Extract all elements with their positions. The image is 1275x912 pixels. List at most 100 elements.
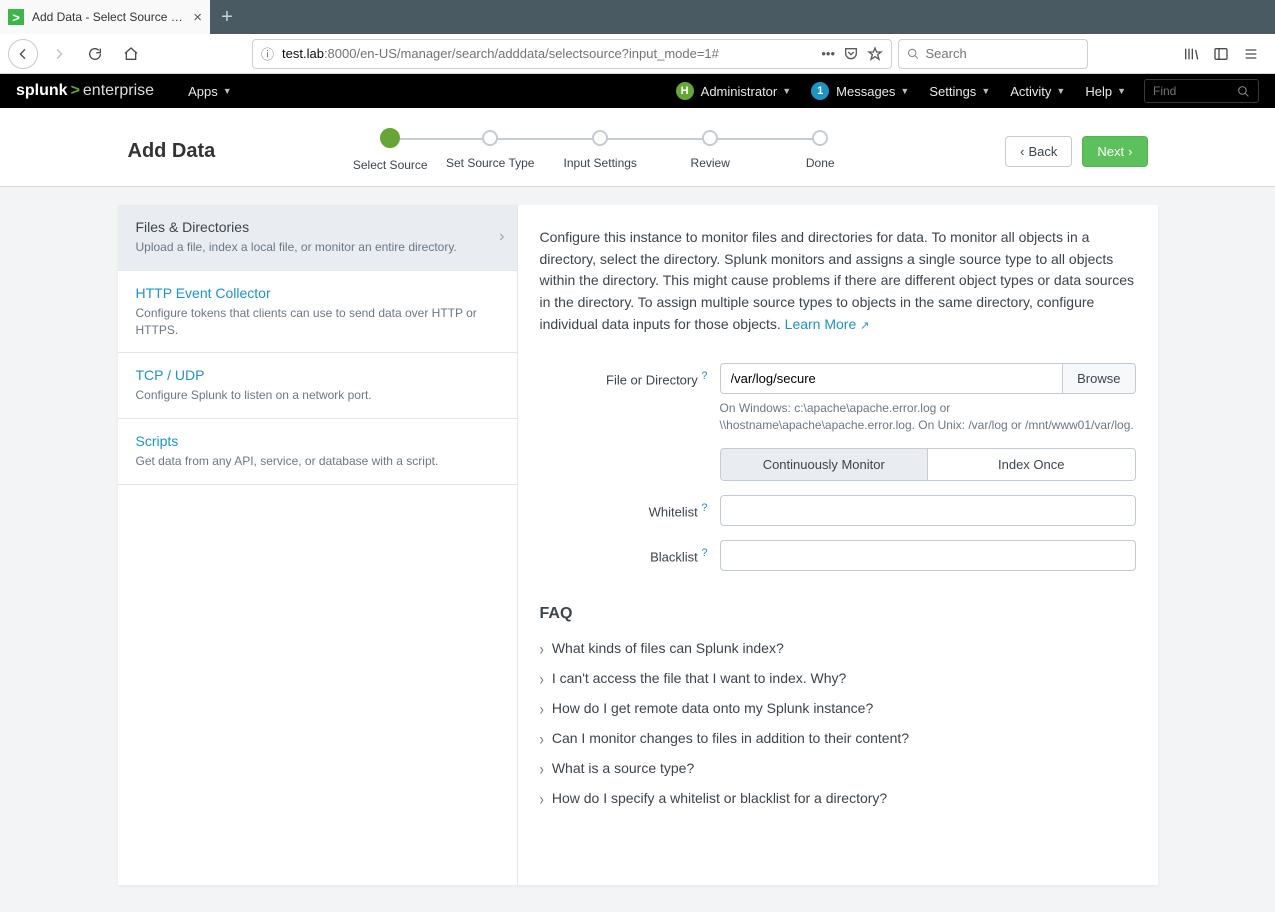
chevron-right-icon: ›	[540, 788, 544, 808]
splunk-top-nav: splunk>enterprise Apps▼ H Administrator ▼…	[0, 74, 1275, 108]
new-tab-button[interactable]: +	[210, 0, 244, 34]
learn-more-link[interactable]: Learn More ↗	[785, 316, 870, 332]
nav-activity[interactable]: Activity ▼	[1000, 74, 1075, 108]
whitelist-input[interactable]	[720, 495, 1136, 526]
reload-icon[interactable]	[80, 39, 110, 69]
source-item-title: HTTP Event Collector	[136, 285, 499, 301]
nav-apps[interactable]: Apps▼	[178, 74, 242, 108]
caret-down-icon: ▼	[1117, 86, 1126, 96]
nav-settings-label: Settings	[929, 84, 976, 99]
search-icon	[1237, 85, 1250, 98]
source-scripts[interactable]: Scripts Get data from any API, service, …	[118, 419, 517, 485]
nav-user-label: Administrator	[701, 84, 778, 99]
source-item-title: TCP / UDP	[136, 367, 499, 383]
nav-user[interactable]: H Administrator ▼	[666, 74, 802, 108]
caret-down-icon: ▼	[981, 86, 990, 96]
wizard-steps: Select Source Set Source Type Input Sett…	[243, 130, 977, 172]
chevron-right-icon: ›	[540, 668, 544, 688]
help-icon[interactable]: ?	[701, 370, 707, 382]
external-link-icon: ↗	[860, 320, 869, 332]
source-item-desc: Get data from any API, service, or datab…	[136, 453, 499, 470]
browser-search-input[interactable]	[926, 46, 1080, 61]
next-button[interactable]: Next›	[1082, 136, 1147, 167]
url-text: test.lab:8000/en-US/manager/search/addda…	[282, 46, 719, 61]
faq-item[interactable]: ›How do I get remote data onto my Splunk…	[540, 693, 1136, 723]
forward-icon	[44, 39, 74, 69]
help-icon[interactable]: ?	[701, 502, 707, 514]
back-icon[interactable]	[8, 39, 38, 69]
source-item-desc: Configure tokens that clients can use to…	[136, 305, 499, 339]
browser-tab-strip: > Add Data - Select Source | Sp × +	[0, 0, 1275, 34]
caret-down-icon: ▼	[1056, 86, 1065, 96]
pocket-icon[interactable]	[843, 46, 859, 62]
search-icon	[907, 47, 920, 61]
faq-item[interactable]: ›I can't access the file that I want to …	[540, 663, 1136, 693]
wizard-step-review: Review	[655, 130, 765, 170]
chevron-right-icon: ›	[540, 698, 544, 718]
source-sidebar: Files & Directories Upload a file, index…	[118, 205, 518, 885]
caret-down-icon: ▼	[900, 86, 909, 96]
back-button[interactable]: ‹Back	[1005, 136, 1072, 167]
source-item-title: Scripts	[136, 433, 499, 449]
wizard-step-input-settings: Input Settings	[545, 130, 655, 170]
file-path-input[interactable]	[720, 363, 1063, 394]
chevron-right-icon: ›	[1128, 144, 1132, 159]
index-once-button[interactable]: Index Once	[927, 449, 1135, 480]
intro-text: Configure this instance to monitor files…	[540, 227, 1136, 335]
chevron-left-icon: ‹	[1020, 144, 1024, 159]
faq-heading: FAQ	[540, 605, 1136, 623]
wizard-step-set-source-type: Set Source Type	[435, 130, 545, 170]
file-or-directory-label: File or Directory ?	[540, 363, 720, 387]
caret-down-icon: ▼	[223, 86, 232, 96]
nav-messages-label: Messages	[836, 84, 895, 99]
source-files-directories[interactable]: Files & Directories Upload a file, index…	[118, 205, 517, 271]
browser-search[interactable]	[898, 39, 1088, 69]
faq-item[interactable]: ›How do I specify a whitelist or blackli…	[540, 783, 1136, 813]
nav-activity-label: Activity	[1010, 84, 1051, 99]
nav-find[interactable]	[1144, 79, 1259, 103]
source-http-event-collector[interactable]: HTTP Event Collector Configure tokens th…	[118, 271, 517, 354]
file-path-hint: On Windows: c:\apache\apache.error.log o…	[720, 400, 1136, 434]
nav-find-input[interactable]	[1153, 84, 1237, 98]
more-icon[interactable]: •••	[821, 46, 835, 61]
faq-item[interactable]: ›What is a source type?	[540, 753, 1136, 783]
hamburger-icon[interactable]	[1243, 46, 1259, 62]
continuously-monitor-button[interactable]: Continuously Monitor	[721, 449, 928, 480]
nav-messages[interactable]: 1 Messages ▼	[801, 74, 919, 108]
avatar: H	[676, 82, 694, 100]
chevron-right-icon: ›	[540, 728, 544, 748]
whitelist-label: Whitelist ?	[540, 495, 720, 519]
blacklist-input[interactable]	[720, 540, 1136, 571]
chevron-right-icon: ›	[540, 758, 544, 778]
sidebar-icon[interactable]	[1213, 46, 1229, 62]
brand-logo[interactable]: splunk>enterprise	[16, 82, 154, 100]
browser-tab[interactable]: > Add Data - Select Source | Sp ×	[0, 0, 210, 34]
faq-item[interactable]: ›Can I monitor changes to files in addit…	[540, 723, 1136, 753]
monitor-mode-toggle: Continuously Monitor Index Once	[720, 448, 1136, 481]
chevron-right-icon: ›	[540, 638, 544, 658]
close-tab-icon[interactable]: ×	[193, 9, 202, 26]
browser-toolbar: ⓘ test.lab:8000/en-US/manager/search/add…	[0, 34, 1275, 74]
wizard-step-done: Done	[765, 130, 875, 170]
blacklist-label: Blacklist ?	[540, 540, 720, 564]
tab-title: Add Data - Select Source | Sp	[32, 10, 185, 24]
browse-button[interactable]: Browse	[1062, 363, 1135, 394]
source-item-desc: Configure Splunk to listen on a network …	[136, 387, 499, 404]
chevron-right-icon: ›	[499, 228, 504, 246]
faq-item[interactable]: ›What kinds of files can Splunk index?	[540, 633, 1136, 663]
nav-help[interactable]: Help ▼	[1075, 74, 1136, 108]
bookmark-star-icon[interactable]	[867, 46, 883, 62]
messages-badge: 1	[811, 82, 829, 100]
library-icon[interactable]	[1183, 46, 1199, 62]
home-icon[interactable]	[116, 39, 146, 69]
help-icon[interactable]: ?	[701, 547, 707, 559]
nav-settings[interactable]: Settings ▼	[919, 74, 1000, 108]
nav-help-label: Help	[1085, 84, 1112, 99]
url-bar[interactable]: ⓘ test.lab:8000/en-US/manager/search/add…	[252, 39, 892, 69]
site-info-icon[interactable]: ⓘ	[261, 44, 274, 63]
tab-favicon: >	[8, 9, 24, 25]
source-tcp-udp[interactable]: TCP / UDP Configure Splunk to listen on …	[118, 353, 517, 419]
caret-down-icon: ▼	[782, 86, 791, 96]
source-item-desc: Upload a file, index a local file, or mo…	[136, 239, 499, 256]
source-item-title: Files & Directories	[136, 219, 499, 235]
